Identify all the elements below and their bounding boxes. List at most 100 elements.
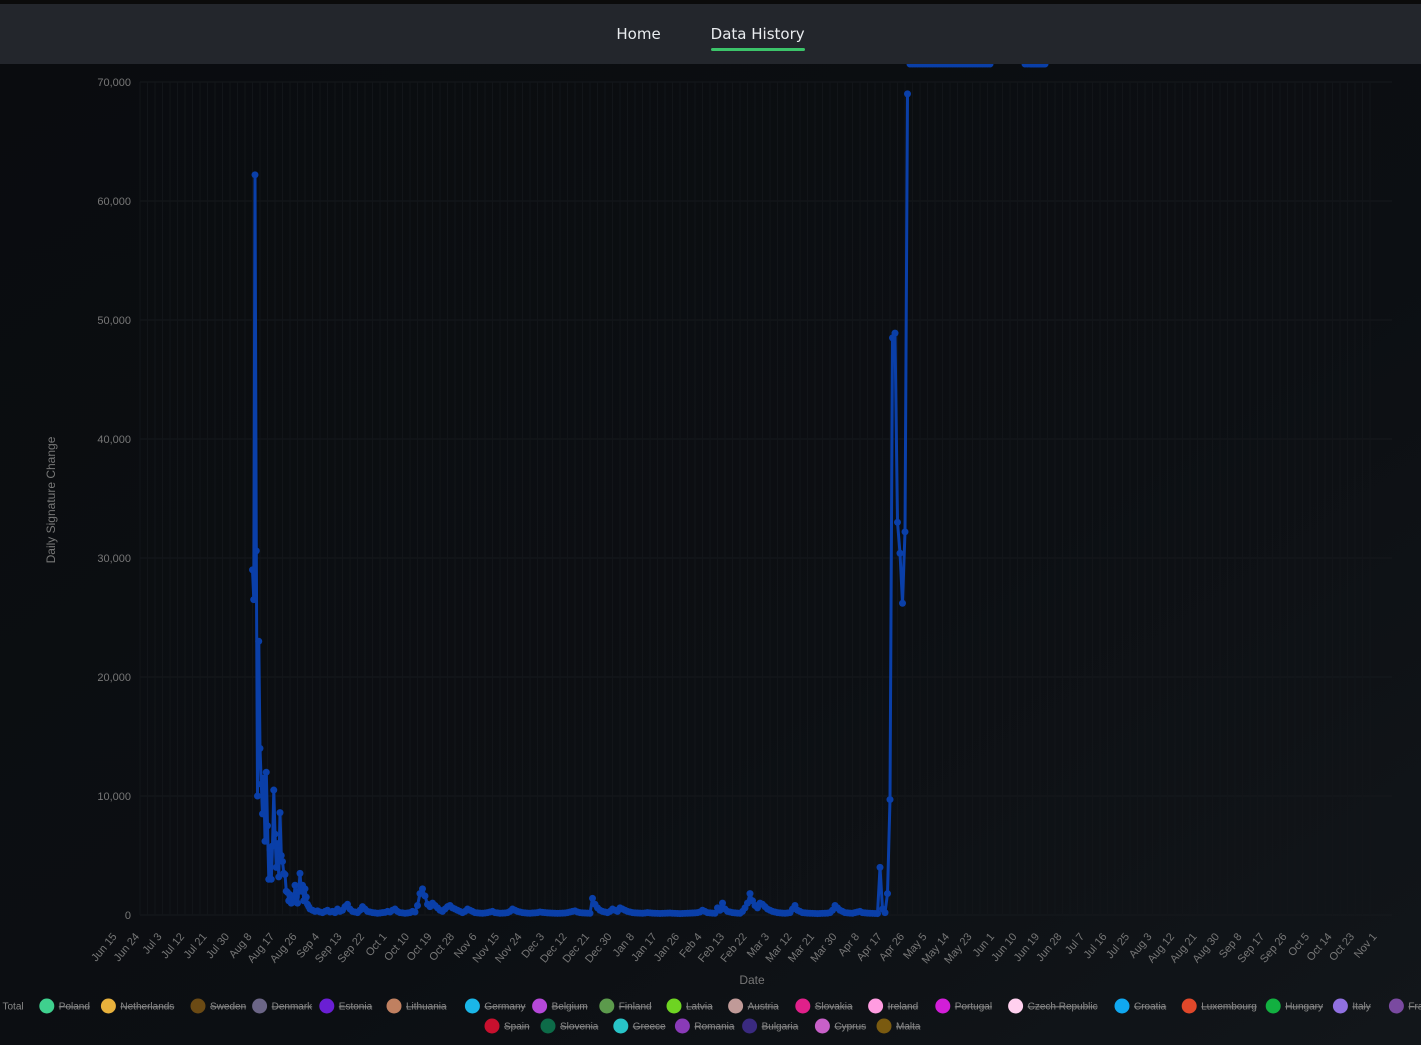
data-point[interactable] (291, 881, 299, 889)
legend-swatch-romania[interactable] (674, 1018, 690, 1034)
legend-swatch-latvia[interactable] (666, 998, 682, 1014)
data-point[interactable] (262, 768, 270, 776)
legend-label-malta[interactable]: Malta (896, 1022, 921, 1033)
legend-label-cyprus[interactable]: Cyprus (834, 1022, 866, 1033)
data-point[interactable] (901, 528, 909, 536)
data-point[interactable] (264, 822, 271, 830)
legend-swatch-croatia[interactable] (1114, 998, 1130, 1014)
legend-label-lithuania[interactable]: Lithuania (406, 1002, 447, 1013)
legend-label-denmark[interactable]: Denmark (272, 1002, 314, 1013)
data-point[interactable] (899, 599, 906, 607)
data-point[interactable] (894, 518, 901, 526)
data-point[interactable] (259, 810, 266, 818)
legend-swatch-portugal[interactable] (935, 998, 951, 1014)
legend-label-poland[interactable]: Poland (59, 1002, 90, 1013)
data-point[interactable] (586, 909, 594, 917)
data-point[interactable] (719, 899, 726, 907)
data-point[interactable] (876, 863, 884, 871)
legend-swatch-italy[interactable] (1332, 998, 1348, 1014)
legend-swatch-spain[interactable] (484, 1018, 500, 1034)
data-point[interactable] (301, 885, 309, 893)
data-point[interactable] (419, 885, 426, 893)
legend-swatch-slovenia[interactable] (540, 1018, 556, 1034)
data-point[interactable] (255, 637, 263, 645)
data-point[interactable] (281, 871, 289, 879)
legend-label-latvia[interactable]: Latvia (686, 1002, 713, 1013)
data-point[interactable] (296, 869, 304, 877)
legend-label-sweden[interactable]: Sweden (210, 1002, 246, 1013)
legend-swatch-lithuania[interactable] (386, 998, 402, 1014)
legend-swatch-finland[interactable] (599, 998, 615, 1014)
data-point[interactable] (421, 892, 429, 900)
data-point[interactable] (272, 863, 280, 871)
legend-label-portugal[interactable]: Portugal (955, 1002, 992, 1013)
legend-label-france[interactable]: France (1408, 1002, 1421, 1013)
data-point[interactable] (904, 90, 911, 98)
legend-swatch-netherlands[interactable] (100, 998, 116, 1014)
legend-swatch-malta[interactable] (876, 1018, 892, 1034)
legend-swatch-cyprus[interactable] (814, 1018, 830, 1034)
data-point[interactable] (896, 549, 904, 557)
data-point[interactable] (260, 774, 268, 782)
data-point[interactable] (256, 744, 264, 752)
data-point[interactable] (414, 901, 421, 909)
legend-swatch-czech-republic[interactable] (1008, 998, 1024, 1014)
data-point[interactable] (294, 899, 301, 907)
legend-swatch-germany[interactable] (464, 998, 480, 1014)
data-point[interactable] (589, 894, 596, 902)
data-point[interactable] (274, 840, 281, 848)
legend-label-romania[interactable]: Romania (694, 1022, 734, 1033)
legend-label-hungary[interactable]: Hungary (1285, 1002, 1323, 1013)
nav-data-history-link[interactable]: Data History (710, 21, 805, 51)
legend-label-luxembourg[interactable]: Luxembourg (1201, 1002, 1257, 1013)
data-point[interactable] (254, 792, 261, 800)
legend-swatch-belgium[interactable] (532, 998, 548, 1014)
legend-label-netherlands[interactable]: Netherlands (120, 1002, 174, 1013)
legend-label-finland[interactable]: Finland (619, 1002, 652, 1013)
legend-label-eu-total[interactable]: EU Total (0, 1002, 24, 1013)
legend-swatch-ireland[interactable] (868, 998, 884, 1014)
data-point[interactable] (276, 809, 284, 817)
data-point[interactable] (270, 786, 278, 794)
data-point[interactable] (249, 566, 256, 574)
data-point[interactable] (252, 547, 260, 555)
data-point[interactable] (302, 893, 310, 901)
legend-swatch-luxembourg[interactable] (1181, 998, 1197, 1014)
legend-label-greece[interactable]: Greece (633, 1022, 666, 1033)
legend-label-belgium[interactable]: Belgium (552, 1002, 588, 1013)
data-point[interactable] (277, 852, 285, 859)
legend-label-austria[interactable]: Austria (748, 1002, 780, 1013)
legend-swatch-denmark[interactable] (252, 998, 268, 1014)
legend-swatch-sweden[interactable] (190, 998, 206, 1014)
legend-swatch-greece[interactable] (613, 1018, 629, 1034)
legend-label-spain[interactable]: Spain (504, 1022, 530, 1033)
legend-label-germany[interactable]: Germany (484, 1002, 525, 1013)
data-point[interactable] (267, 875, 275, 883)
data-point[interactable] (271, 830, 279, 838)
data-point[interactable] (881, 909, 889, 917)
legend-swatch-poland[interactable] (39, 998, 55, 1014)
legend-swatch-estonia[interactable] (319, 998, 335, 1014)
data-point[interactable] (251, 171, 259, 179)
legend-label-croatia[interactable]: Croatia (1134, 1002, 1167, 1013)
data-point[interactable] (292, 893, 300, 901)
legend-label-slovenia[interactable]: Slovenia (560, 1022, 599, 1033)
data-point[interactable] (257, 780, 265, 788)
data-point[interactable] (884, 890, 891, 898)
legend-label-slovakia[interactable]: Slovakia (815, 1002, 853, 1013)
data-point[interactable] (411, 908, 419, 916)
legend-label-estonia[interactable]: Estonia (339, 1002, 373, 1013)
legend-swatch-hungary[interactable] (1265, 998, 1281, 1014)
legend-swatch-france[interactable] (1388, 998, 1404, 1014)
legend-label-bulgaria[interactable]: Bulgaria (762, 1022, 799, 1033)
legend-swatch-slovakia[interactable] (795, 998, 811, 1014)
data-point[interactable] (886, 796, 894, 804)
data-point[interactable] (746, 890, 754, 898)
legend-swatch-austria[interactable] (728, 998, 744, 1014)
legend-label-ireland[interactable]: Ireland (888, 1002, 919, 1013)
data-point[interactable] (891, 329, 899, 337)
legend-label-italy[interactable]: Italy (1352, 1002, 1370, 1013)
data-point[interactable] (261, 837, 269, 845)
nav-home-link[interactable]: Home (616, 21, 660, 47)
data-point[interactable] (279, 857, 286, 865)
